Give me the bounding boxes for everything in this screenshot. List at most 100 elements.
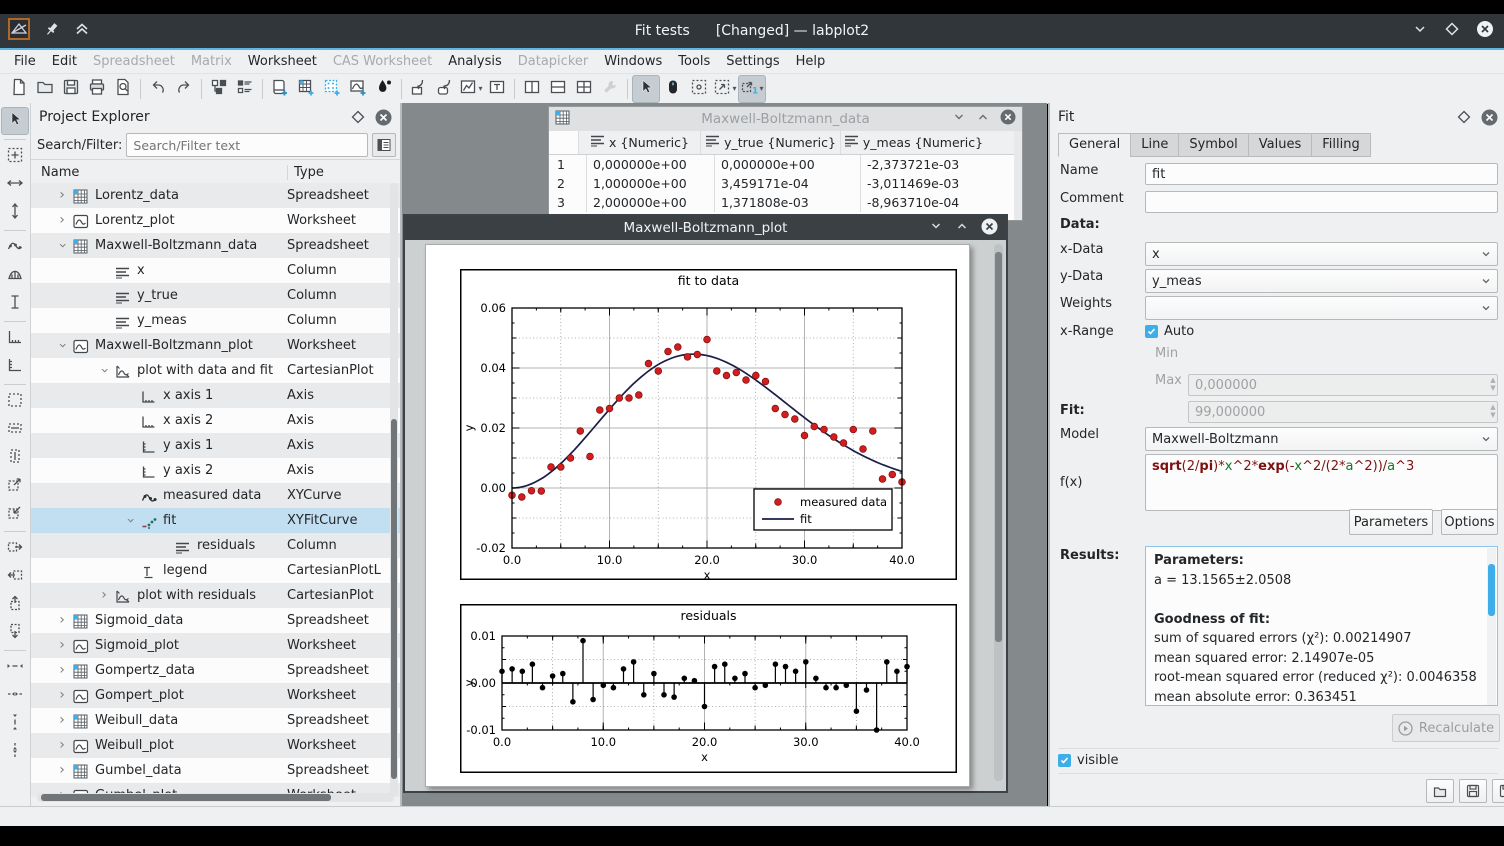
filter-options-button[interactable] [372,133,396,157]
spreadsheet-cell[interactable]: 0,000000e+00 [587,155,715,174]
tree-row[interactable]: ›plot with residualsCartesianPlot [31,583,400,608]
navigation-mode-button[interactable] [660,76,686,102]
spreadsheet-cell[interactable]: 3,459171e-04 [715,174,861,193]
tab-symbol[interactable]: Symbol [1178,133,1247,157]
new-plot-button[interactable]: ▾ [458,76,484,102]
spreadsheet-cell[interactable]: -2,373721e-03 [861,155,1012,174]
text-label-button[interactable] [484,76,510,102]
tab-general[interactable]: General [1058,133,1130,157]
tab-line[interactable]: Line [1130,133,1178,157]
dock-close-button[interactable] [1481,109,1498,126]
tree-row[interactable]: residualsColumn [31,533,400,558]
worksheet-window-titlebar[interactable]: Maxwell-Boltzmann_plot [405,216,1006,240]
auto-checkbox[interactable] [1145,325,1158,338]
menu-help[interactable]: Help [788,52,834,71]
tree-row[interactable]: ›Gumbel_dataSpreadsheet [31,758,400,783]
save-configuration-button[interactable] [1459,779,1487,803]
model-combobox[interactable]: Maxwell-Boltzmann [1145,427,1498,451]
tree-row[interactable]: ›Maxwell-Boltzmann_dataSpreadsheet [31,233,400,258]
spreadsheet-cell[interactable]: 2,000000e+00 [587,193,715,212]
tree-expander-icon[interactable]: › [55,683,69,708]
import-file-button[interactable] [406,76,432,102]
shift-left-button[interactable] [2,564,28,590]
tree-row[interactable]: ›Weibull_dataSpreadsheet [31,708,400,733]
spreadsheet-window[interactable]: Maxwell-Boltzmann_data x {Numeric}y_true… [548,106,1023,221]
worksheet-page[interactable]: fit to data0.010.020.030.040.0-0.020.000… [425,244,970,787]
add-xy-curve-button[interactable] [2,235,28,261]
zoom-in-y-button[interactable] [2,711,28,737]
add-text-label-button[interactable] [2,291,28,317]
tree-row[interactable]: ›Sigmoid_plotWorksheet [31,633,400,658]
parameters-button[interactable]: Parameters [1349,509,1433,535]
spreadsheet-table[interactable]: x {Numeric}y_true {Numeric}y_meas {Numer… [549,131,1014,220]
shift-right-button[interactable] [2,536,28,562]
add-y-axis-button[interactable] [2,354,28,380]
results-text[interactable]: Parameters:a = 13.1565±2.0508 Goodness o… [1145,546,1498,706]
tree-expander-icon[interactable]: › [92,364,117,378]
window-close-button[interactable] [1476,20,1494,42]
new-worksheet-button[interactable] [345,76,371,102]
properties-explorer-toggle-button[interactable] [232,76,258,102]
dock-close-button[interactable] [375,109,392,126]
column-header-name[interactable]: Name [31,165,288,180]
zoom-fit-one-button[interactable]: 1▾ [738,75,766,103]
edit-redo-button[interactable] [171,76,197,102]
tree-row[interactable]: x axis 1Axis [31,383,400,408]
tree-row[interactable]: ›Gompert_plotWorksheet [31,683,400,708]
save-as-template-button[interactable] [1492,779,1504,803]
zoom-out-x-button[interactable] [2,683,28,709]
fit-to-data-plot[interactable]: fit to data0.010.020.030.040.0-0.020.000… [460,269,957,584]
tree-row[interactable]: ›plot with data and fitCartesianPlot [31,358,400,383]
dock-float-button[interactable] [351,110,365,124]
tree-row[interactable]: y_measColumn [31,308,400,333]
residuals-plot[interactable]: residuals0.010.020.030.040.0-0.010.000.0… [460,604,957,777]
worksheet-vertical-scrollbar[interactable] [994,244,1003,781]
document-print-button[interactable] [84,76,110,102]
tree-row[interactable]: ›Weibull_plotWorksheet [31,733,400,758]
zoom-select-button[interactable] [2,389,28,415]
results-scrollbar[interactable] [1487,548,1496,706]
weights-combobox[interactable] [1145,296,1498,320]
tree-row[interactable]: ›Maxwell-Boltzmann_plotWorksheet [31,333,400,358]
tree-expander-icon[interactable]: › [118,514,143,528]
max-input[interactable] [1188,401,1498,423]
zoom-region-button[interactable]: ▾ [712,76,738,102]
new-matrix-button[interactable] [319,76,345,102]
spreadsheet-row[interactable]: 21,000000e+003,459171e-04-3,011469e-03 [549,174,1014,193]
window-close-icon[interactable] [1000,109,1016,129]
spreadsheet-vertical-scrollbar[interactable] [1014,131,1022,220]
xdata-combobox[interactable]: x [1145,242,1498,266]
tab-filling[interactable]: Filling [1311,133,1370,157]
print-preview-button[interactable] [110,76,136,102]
zoom-out-y-button[interactable] [2,739,28,765]
menu-worksheet[interactable]: Worksheet [240,52,325,71]
document-open-button[interactable] [32,76,58,102]
spreadsheet-cell[interactable]: -3,011469e-03 [861,174,1012,193]
tree-row[interactable]: y_trueColumn [31,283,400,308]
tree-row[interactable]: ›fitXYFitCurve [31,508,400,533]
spreadsheet-cell[interactable]: 3 [549,193,587,212]
new-workbook-button[interactable] [267,76,293,102]
ydata-combobox[interactable]: y_meas [1145,269,1498,293]
tree-expander-icon[interactable]: › [55,733,69,758]
tree-expander-icon[interactable]: › [55,208,69,233]
window-shade-icon[interactable] [929,219,943,237]
tree-row[interactable]: ›Lorentz_plotWorksheet [31,208,400,233]
select-mode-button[interactable] [1,107,29,135]
tree-row[interactable]: legendCartesianPlotL [31,558,400,583]
spreadsheet-cell[interactable]: -8,963710e-04 [861,193,1012,212]
split-vertical-button[interactable] [519,76,545,102]
window-shade-button[interactable] [1412,21,1428,41]
zoom-x-select-button[interactable] [2,417,28,443]
window-float-button[interactable] [1444,21,1460,41]
dropdown-caret-icon[interactable]: ▾ [478,84,482,93]
tree-horizontal-scrollbar[interactable] [37,793,394,802]
spreadsheet-window-titlebar[interactable]: Maxwell-Boltzmann_data [549,107,1022,131]
project-explorer-toggle-button[interactable] [206,76,232,102]
tree-expander-icon[interactable]: › [97,583,111,608]
recalculate-button[interactable]: Recalculate [1392,714,1500,742]
spreadsheet-column-header[interactable]: x {Numeric} [579,131,701,154]
resize-vertical-button[interactable] [2,200,28,226]
resize-horizontal-button[interactable] [2,172,28,198]
tree-row[interactable]: x axis 2Axis [31,408,400,433]
